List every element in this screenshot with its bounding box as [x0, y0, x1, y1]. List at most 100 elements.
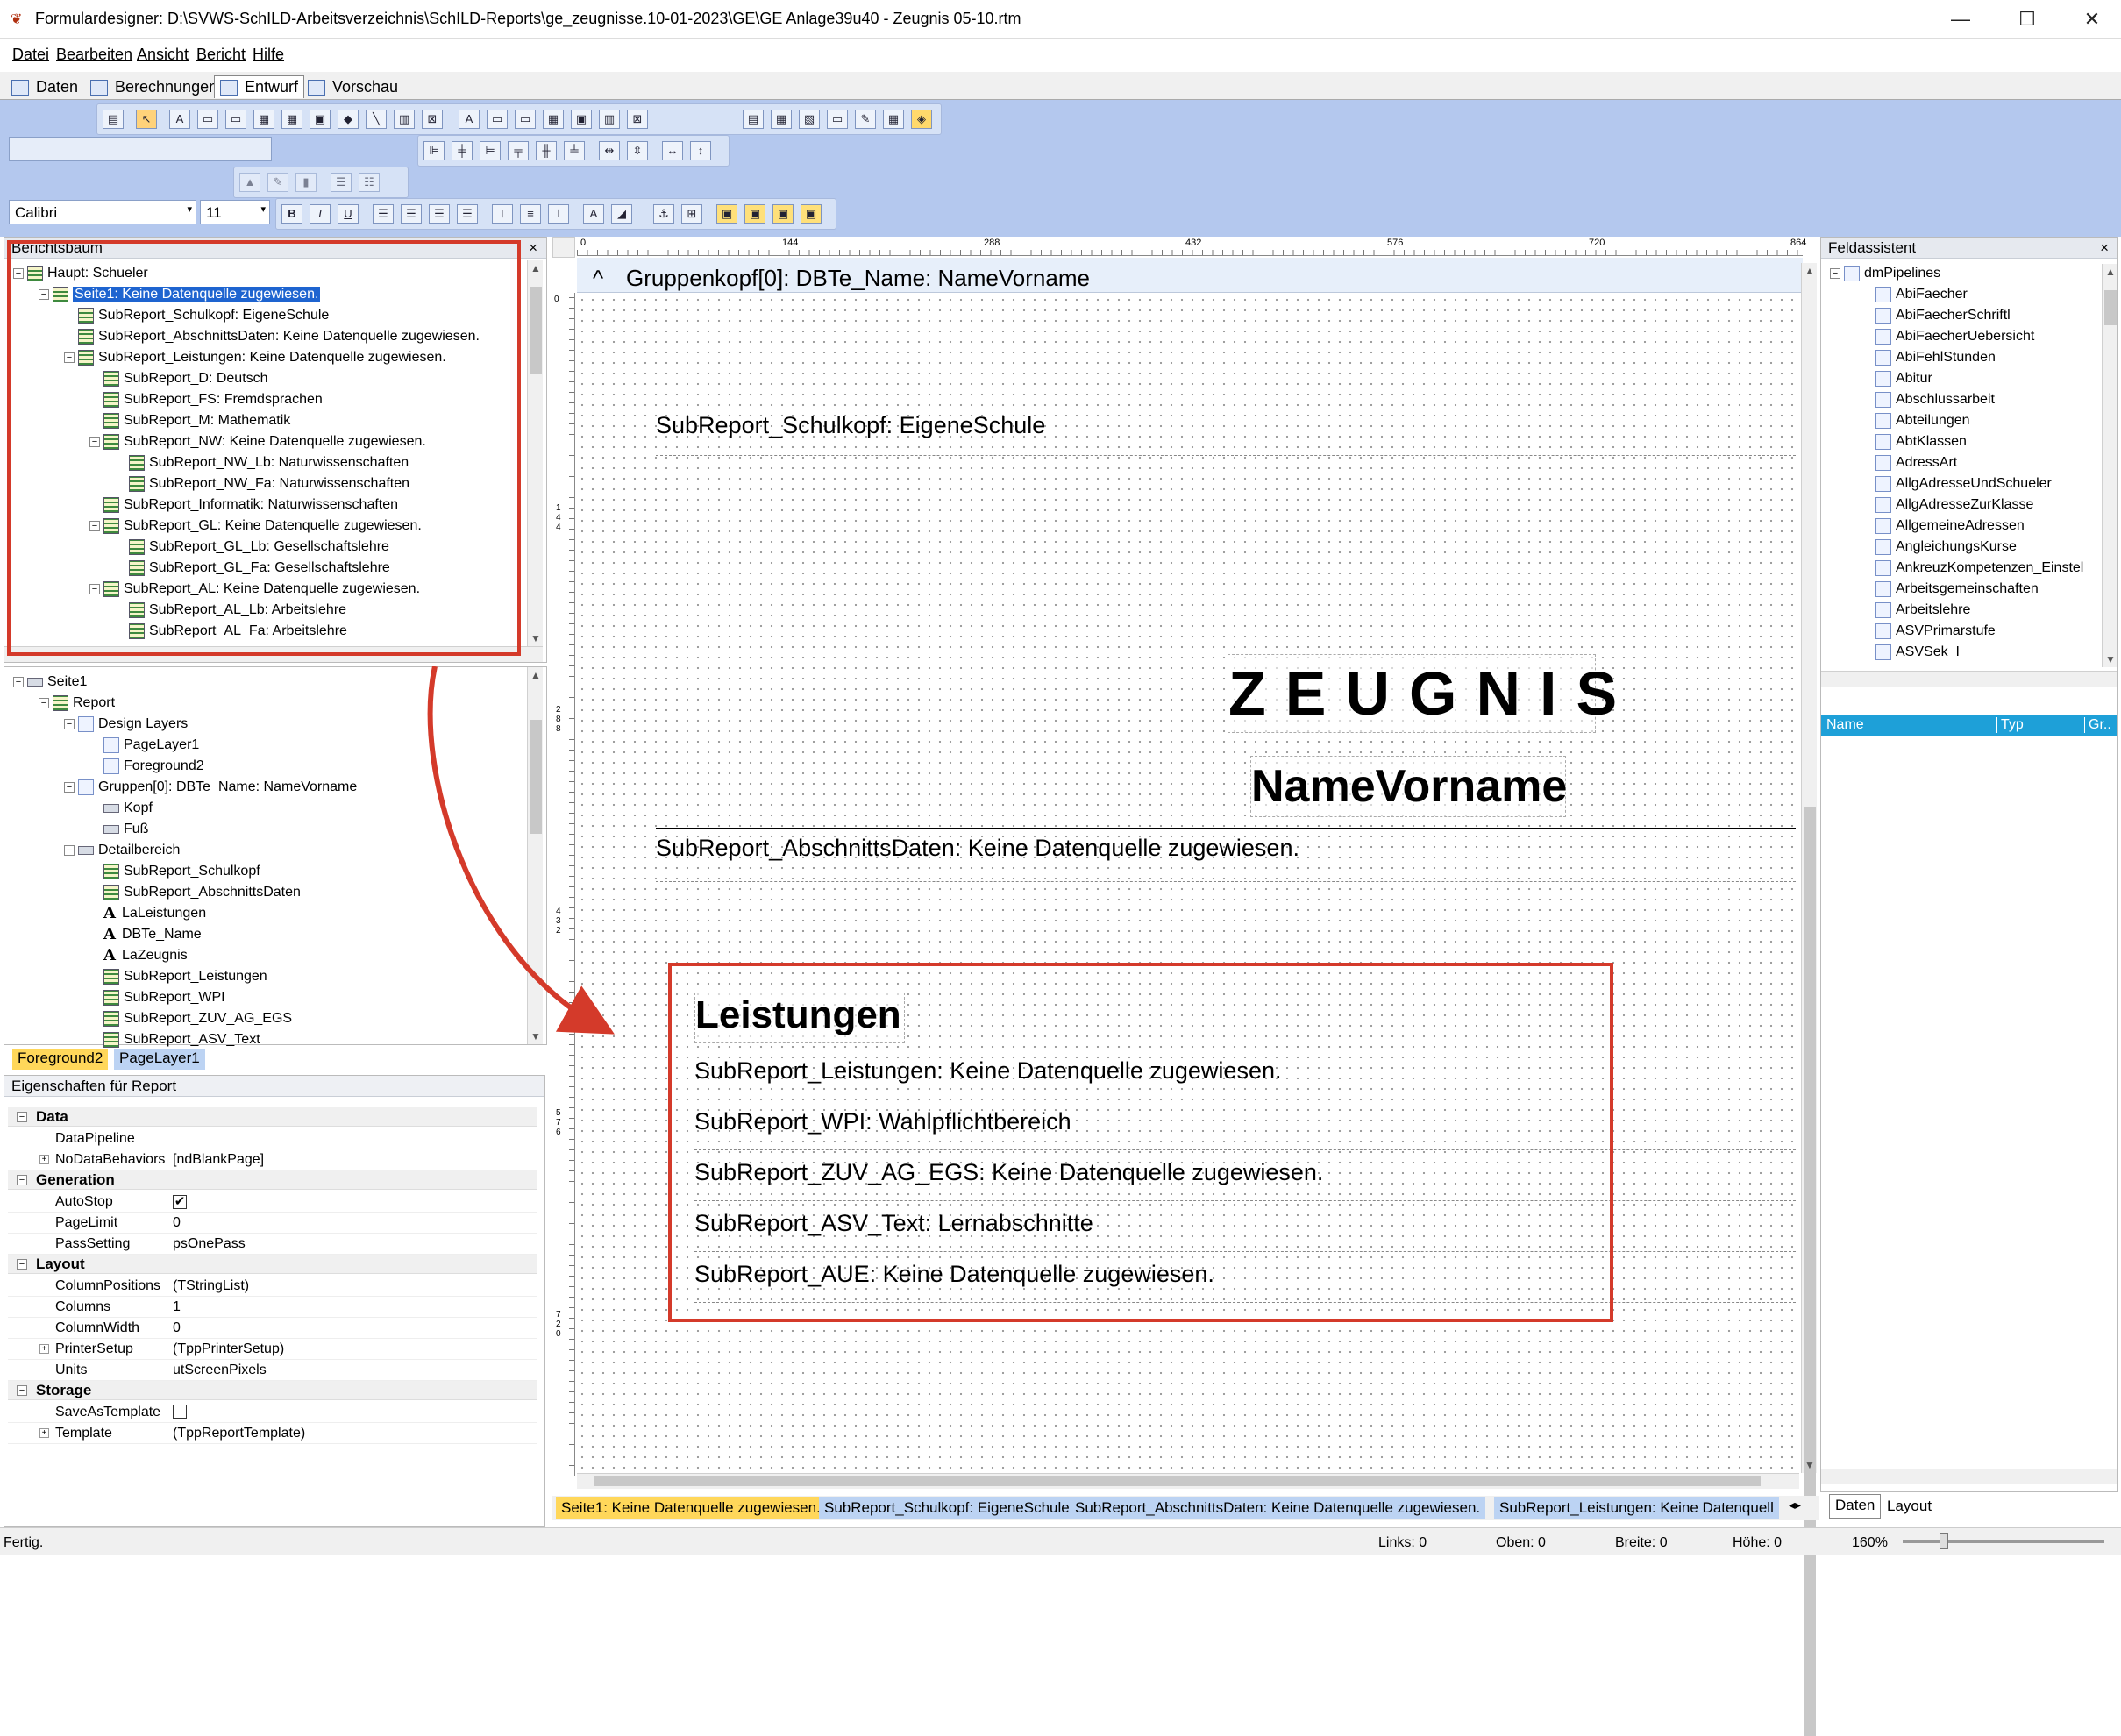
zoom-slider-thumb[interactable] — [1940, 1533, 1948, 1549]
scroll-down-icon[interactable]: ▼ — [1802, 1457, 1818, 1473]
object-tree-node[interactable]: − Design Layers — [64, 715, 188, 734]
col-name[interactable]: Name — [1826, 717, 1864, 733]
object-tree-node[interactable]: −ALaZeugnis — [89, 946, 188, 965]
paint-tool-icon[interactable]: ✎ — [855, 110, 876, 129]
object-tree-node[interactable]: −ALaLeistungen — [89, 904, 206, 923]
chart-tool-icon[interactable]: ▧ — [799, 110, 820, 129]
property-value[interactable]: 1 — [173, 1299, 181, 1315]
property-row[interactable]: + NoDataBehaviors [ndBlankPage] — [8, 1149, 537, 1170]
property-value[interactable]: [ndBlankPage] — [173, 1152, 264, 1168]
pipeline-item[interactable]: Abitur — [1875, 369, 1932, 388]
subreport-schulkopf[interactable]: SubReport_Schulkopf: EigeneSchule — [656, 400, 1796, 456]
size-height-icon[interactable]: ↕ — [690, 141, 711, 160]
close-button[interactable]: ✕ — [2066, 7, 2118, 32]
object-tree-node[interactable]: −Kopf — [89, 799, 153, 818]
text-right-icon[interactable]: ☰ — [429, 204, 450, 224]
align-center-icon[interactable]: ╪ — [452, 141, 473, 160]
minimize-button[interactable]: — — [1934, 7, 1987, 32]
pipeline-item[interactable]: ASVSek_I — [1875, 643, 1960, 662]
pipeline-vscroll[interactable]: ▲ ▼ — [2102, 264, 2117, 667]
expand-icon[interactable]: + — [39, 1344, 49, 1354]
dbbarcode-tool-icon[interactable]: ▥ — [599, 110, 620, 129]
menu-datei[interactable]: Datei — [12, 46, 49, 64]
object-tree-node[interactable]: −ADBTe_Name — [89, 925, 202, 944]
object-tree-node[interactable]: −SubReport_ASV_Text — [89, 1030, 260, 1049]
close-icon[interactable]: × — [2100, 239, 2109, 257]
align-bottom-icon[interactable]: ╧ — [564, 141, 585, 160]
report-tab[interactable]: SubReport_Schulkopf: EigeneSchule — [819, 1497, 1075, 1519]
tab-entwurf[interactable]: Entwurf — [214, 75, 305, 98]
canvas-hscroll[interactable] — [577, 1473, 1799, 1489]
object-tree-node[interactable]: −SubReport_Leistungen — [89, 967, 267, 986]
col-typ[interactable]: Typ — [1996, 717, 2024, 733]
pipeline-item[interactable]: AbiFaecherUebersicht — [1875, 327, 2034, 346]
line-style-icon[interactable]: ▮ — [295, 173, 317, 192]
menu-ansicht[interactable]: Ansicht — [137, 46, 189, 64]
property-value[interactable]: 0 — [173, 1215, 181, 1231]
line-dash-icon[interactable]: ☷ — [359, 173, 380, 192]
forward-icon[interactable]: ▣ — [772, 204, 794, 224]
scroll-up-icon[interactable]: ▲ — [1802, 263, 1818, 279]
maximize-button[interactable]: ☐ — [2001, 7, 2053, 32]
menu-bearbeiten[interactable]: Bearbeiten — [56, 46, 132, 64]
pipeline-root[interactable]: − dmPipelines — [1830, 264, 1940, 283]
property-row[interactable]: + PrinterSetup (TppPrinterSetup) — [8, 1339, 537, 1360]
pipeline-item[interactable]: AngleichungsKurse — [1875, 537, 2017, 557]
report-tab[interactable]: SubReport_Leistungen: Keine Datenquell — [1494, 1497, 1779, 1519]
align-middle-icon[interactable]: ╫ — [536, 141, 557, 160]
object-tree-node[interactable]: −SubReport_WPI — [89, 988, 225, 1007]
tab-scroll-icon[interactable]: ◂▸ — [1789, 1498, 1801, 1512]
pipeline-item[interactable]: AbtKlassen — [1875, 432, 1967, 452]
property-section[interactable]: − Layout — [8, 1255, 537, 1274]
property-value[interactable]: (TppPrinterSetup) — [173, 1341, 284, 1357]
pipeline-item[interactable]: Arbeitslehre — [1875, 601, 1970, 620]
scroll-thumb[interactable] — [594, 1476, 1761, 1486]
col-groesse[interactable]: Gr.. — [2084, 717, 2111, 733]
ruler-corner-icon[interactable] — [552, 237, 575, 258]
menu-hilfe[interactable]: Hilfe — [253, 46, 284, 64]
object-tree-node[interactable]: −SubReport_ZUV_AG_EGS — [89, 1009, 292, 1028]
italic-icon[interactable]: I — [310, 204, 331, 224]
dbcheckbox-tool-icon[interactable]: ⊠ — [627, 110, 648, 129]
expand-icon[interactable]: − — [13, 676, 24, 687]
pipeline-item[interactable]: AbiFaecherSchriftl — [1875, 306, 2011, 325]
expand-icon[interactable]: − — [64, 781, 75, 793]
font-size-combo[interactable]: 11 ▾ — [200, 200, 270, 224]
variable-tool-icon[interactable]: ▦ — [281, 110, 302, 129]
canvas-vscroll[interactable]: ▲ ▼ — [1801, 263, 1818, 1736]
anchor-icon[interactable]: ⚓ — [653, 204, 674, 224]
map-tool-icon[interactable]: ◈ — [911, 110, 932, 129]
pipeline-item[interactable]: AdressArt — [1875, 453, 1957, 473]
object-tree-node[interactable]: − Report — [39, 694, 115, 713]
field-list-hscroll[interactable] — [1821, 1469, 2117, 1484]
dbte-name-field[interactable]: NameVorname — [1250, 756, 1567, 817]
subreport-tool-icon[interactable]: ▤ — [743, 110, 764, 129]
pipeline-item[interactable]: AllgAdresseUndSchueler — [1875, 474, 2052, 494]
property-value[interactable]: 0 — [173, 1320, 181, 1336]
backward-icon[interactable]: ▣ — [801, 204, 822, 224]
scroll-thumb[interactable] — [1804, 807, 1816, 1736]
line-tool-icon[interactable]: ╲ — [366, 110, 387, 129]
scroll-up-icon[interactable]: ▲ — [2103, 264, 2118, 280]
property-row[interactable]: PassSetting psOnePass — [8, 1234, 537, 1255]
font-name-combo[interactable]: Calibri ▾ — [9, 200, 196, 224]
barcode-tool-icon[interactable]: ▥ — [394, 110, 415, 129]
text-left-icon[interactable]: ☰ — [373, 204, 394, 224]
collapse-caret-icon[interactable]: ^ — [593, 265, 603, 292]
dbtext-tool-icon[interactable]: A — [459, 110, 480, 129]
property-value[interactable]: ✔ — [173, 1194, 187, 1210]
expand-icon[interactable]: − — [1830, 267, 1840, 279]
pipeline-hscroll[interactable] — [1821, 671, 2117, 687]
line-width-icon[interactable]: ☰ — [331, 173, 352, 192]
memo-tool-icon[interactable]: ▭ — [197, 110, 218, 129]
subreport-abschnittsdaten[interactable]: SubReport_AbschnittsDaten: Keine Datenqu… — [656, 833, 1796, 882]
zoom-slider[interactable] — [1903, 1540, 2104, 1543]
checkbox[interactable] — [173, 1405, 187, 1419]
checkbox[interactable]: ✔ — [173, 1195, 187, 1209]
pipeline-item[interactable]: Abteilungen — [1875, 411, 1970, 430]
shape-tool-icon[interactable]: ◆ — [338, 110, 359, 129]
object-tree-node[interactable]: − Gruppen[0]: DBTe_Name: NameVorname — [64, 778, 357, 797]
bring-front-icon[interactable]: ▣ — [716, 204, 737, 224]
highlight-color-icon[interactable]: ◢ — [611, 204, 632, 224]
line-color-icon[interactable]: ✎ — [267, 173, 288, 192]
